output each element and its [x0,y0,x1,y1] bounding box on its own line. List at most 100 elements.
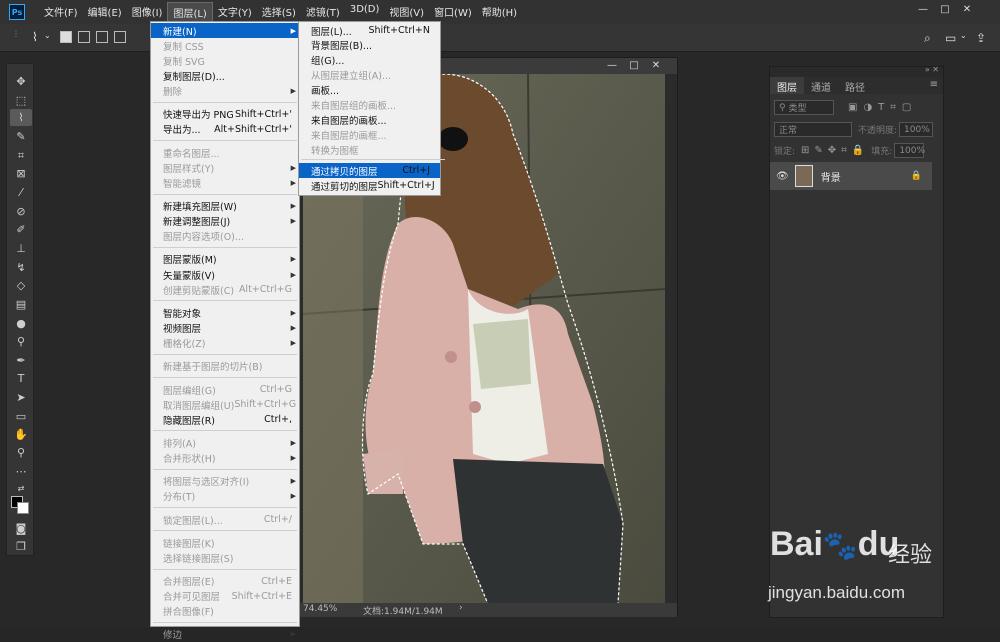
doc-minimize-button[interactable]: — [601,58,623,72]
quick-selection-tool-icon[interactable]: ✎ [10,128,32,145]
menu-8[interactable]: 视图(V) [384,2,429,23]
menu-item: 排列(A) ▶ [151,435,299,450]
pen-tool-icon[interactable]: ✒ [10,352,32,369]
menu-item-label: 画板... [311,86,340,98]
workspace-icon[interactable]: ▭ [945,31,956,45]
path-selection-tool-icon[interactable]: ➤ [10,389,32,406]
eye-visibility-icon[interactable]: 👁 [776,171,789,182]
tab-channels[interactable]: 通道 [804,77,838,94]
menu-7[interactable]: 3D(D) [345,2,385,23]
type-tool-icon[interactable]: T [10,370,32,387]
menu-item[interactable]: 快速导出为 PNG Shift+Ctrl+' [151,107,299,122]
share-icon[interactable]: ⇪ [976,31,986,45]
history-brush-tool-icon[interactable]: ↯ [10,259,32,276]
frame-tool-icon[interactable]: ⊠ [10,165,32,182]
maximize-button[interactable]: □ [934,2,956,16]
menu-item-label: 复制 SVG [163,56,205,68]
menu-item-label: 新建基于图层的切片(B) [163,362,263,374]
move-tool-icon[interactable]: ✥ [10,73,32,90]
tab-paths[interactable]: 路径 [838,77,872,94]
add-selection-icon[interactable] [78,31,90,43]
intersect-selection-icon[interactable] [114,31,126,43]
lock-row: 锁定: ⊞✎✥⌗🔒 填充: 100% [774,142,941,159]
menu-item: 将图层与选区对齐(I) ▶ [151,474,299,489]
brush-tool-icon[interactable]: ✐ [10,221,32,238]
menu-item[interactable]: 图层(L)... Shift+Ctrl+N [299,23,440,38]
more-tools-icon[interactable]: ⋯ [10,463,32,480]
blend-mode-select[interactable]: 正常 [774,122,852,137]
blur-tool-icon[interactable]: ● [10,315,32,332]
swap-colors-icon[interactable]: ⇄ [10,480,32,497]
menu-2[interactable]: 图像(I) [127,2,168,23]
opacity-input[interactable]: 100% [899,122,934,137]
menu-item[interactable]: 画板... [299,83,440,98]
menu-item[interactable]: 智能对象 ▶ [151,305,299,320]
eraser-tool-icon[interactable]: ◇ [10,277,32,294]
quick-mask-icon[interactable]: ◙ [10,520,32,537]
menu-item[interactable]: 新建调整图层(J) ▶ [151,214,299,229]
menu-item[interactable]: 新建(N) ▶ [151,23,299,38]
menu-0[interactable]: 文件(F) [39,2,83,23]
menu-item[interactable]: 通过拷贝的图层 Ctrl+J [299,163,440,179]
eyedropper-tool-icon[interactable]: ⁄ [10,184,32,201]
doc-close-button[interactable]: ✕ [645,58,667,72]
menu-10[interactable]: 帮助(H) [477,2,522,23]
menu-item[interactable]: 导出为... Alt+Shift+Ctrl+' [151,122,299,137]
new-selection-icon[interactable] [60,31,72,43]
filter-icons[interactable]: ▣◑T⌗▢ [848,102,917,113]
photoshop-logo: Ps [9,4,25,20]
menu-item[interactable]: 新建填充图层(W) ▶ [151,199,299,214]
menu-5[interactable]: 选择(S) [257,2,301,23]
marquee-tool-icon[interactable]: ⬚ [10,92,32,109]
menu-6[interactable]: 滤镜(T) [301,2,345,23]
lasso-preset-icon[interactable]: ⌇ [32,30,38,44]
menu-item[interactable]: 图层蒙版(M) ▶ [151,252,299,267]
menu-item[interactable]: 通过剪切的图层 Shift+Ctrl+J [299,178,440,193]
menu-item[interactable]: 复制图层(D)... [151,68,299,83]
menu-item[interactable]: 隐藏图层(R) Ctrl+, [151,412,299,427]
dodge-tool-icon[interactable]: ⚲ [10,333,32,350]
tab-layers[interactable]: 图层 [770,77,804,94]
screen-mode-icon[interactable]: ❐ [10,538,32,555]
menu-item[interactable]: 矢量蒙版(V) ▶ [151,267,299,282]
healing-brush-tool-icon[interactable]: ⊘ [10,203,32,220]
zoom-tool-icon[interactable]: ⚲ [10,444,32,461]
fill-input[interactable]: 100% [894,143,925,158]
menu-1[interactable]: 编辑(E) [83,2,127,23]
menu-3[interactable]: 图层(L) [167,1,213,23]
layer-kind-filter[interactable]: ⚲ 类型 [774,100,834,115]
search-icon[interactable]: ⌕ [924,31,931,46]
menu-separator [153,530,297,532]
menu-item[interactable]: 视频图层 ▶ [151,321,299,336]
status-chevron-icon[interactable]: › [459,603,463,613]
lasso-tool-icon[interactable]: ⌇ [10,109,32,126]
chevron-down-icon[interactable]: ⌄ [960,31,967,40]
subtract-selection-icon[interactable] [96,31,108,43]
chevron-down-icon[interactable]: ⌄ [44,31,51,40]
menu-4[interactable]: 文字(Y) [213,2,257,23]
menu-9[interactable]: 窗口(W) [429,2,477,23]
panel-menu-icon[interactable]: ≡ [930,79,938,90]
menu-item[interactable]: 来自图层的画板... [299,112,440,127]
minimize-button[interactable]: — [912,2,934,16]
rectangle-tool-icon[interactable]: ▭ [10,408,32,425]
menu-separator [153,430,297,432]
background-color-swatch[interactable] [17,502,29,514]
submenu-arrow-icon: ▶ [290,492,296,501]
menu-separator [153,377,297,378]
doc-maximize-button[interactable]: □ [623,58,645,72]
menu-item[interactable]: 组(G)... [299,53,440,68]
stamp-tool-icon[interactable]: ⊥ [10,240,32,257]
lock-icons[interactable]: ⊞✎✥⌗🔒 [801,145,869,156]
menu-item[interactable]: 背景图层(B)... [299,38,440,53]
menu-item: 合并形状(H) ▶ [151,451,299,466]
layer-row-background[interactable]: 👁 背景 🔒 [770,162,932,190]
gradient-tool-icon[interactable]: ▤ [10,296,32,313]
close-button[interactable]: ✕ [956,2,978,16]
menu-item: 栅格化(Z) ▶ [151,336,299,351]
menu-item-label: 通过拷贝的图层 [311,166,378,178]
crop-tool-icon[interactable]: ⌗ [10,147,32,164]
collapse-panel-icon[interactable]: » ✕ [925,65,939,74]
hand-tool-icon[interactable]: ✋ [10,426,32,443]
zoom-level[interactable]: 74.45% [303,604,337,614]
